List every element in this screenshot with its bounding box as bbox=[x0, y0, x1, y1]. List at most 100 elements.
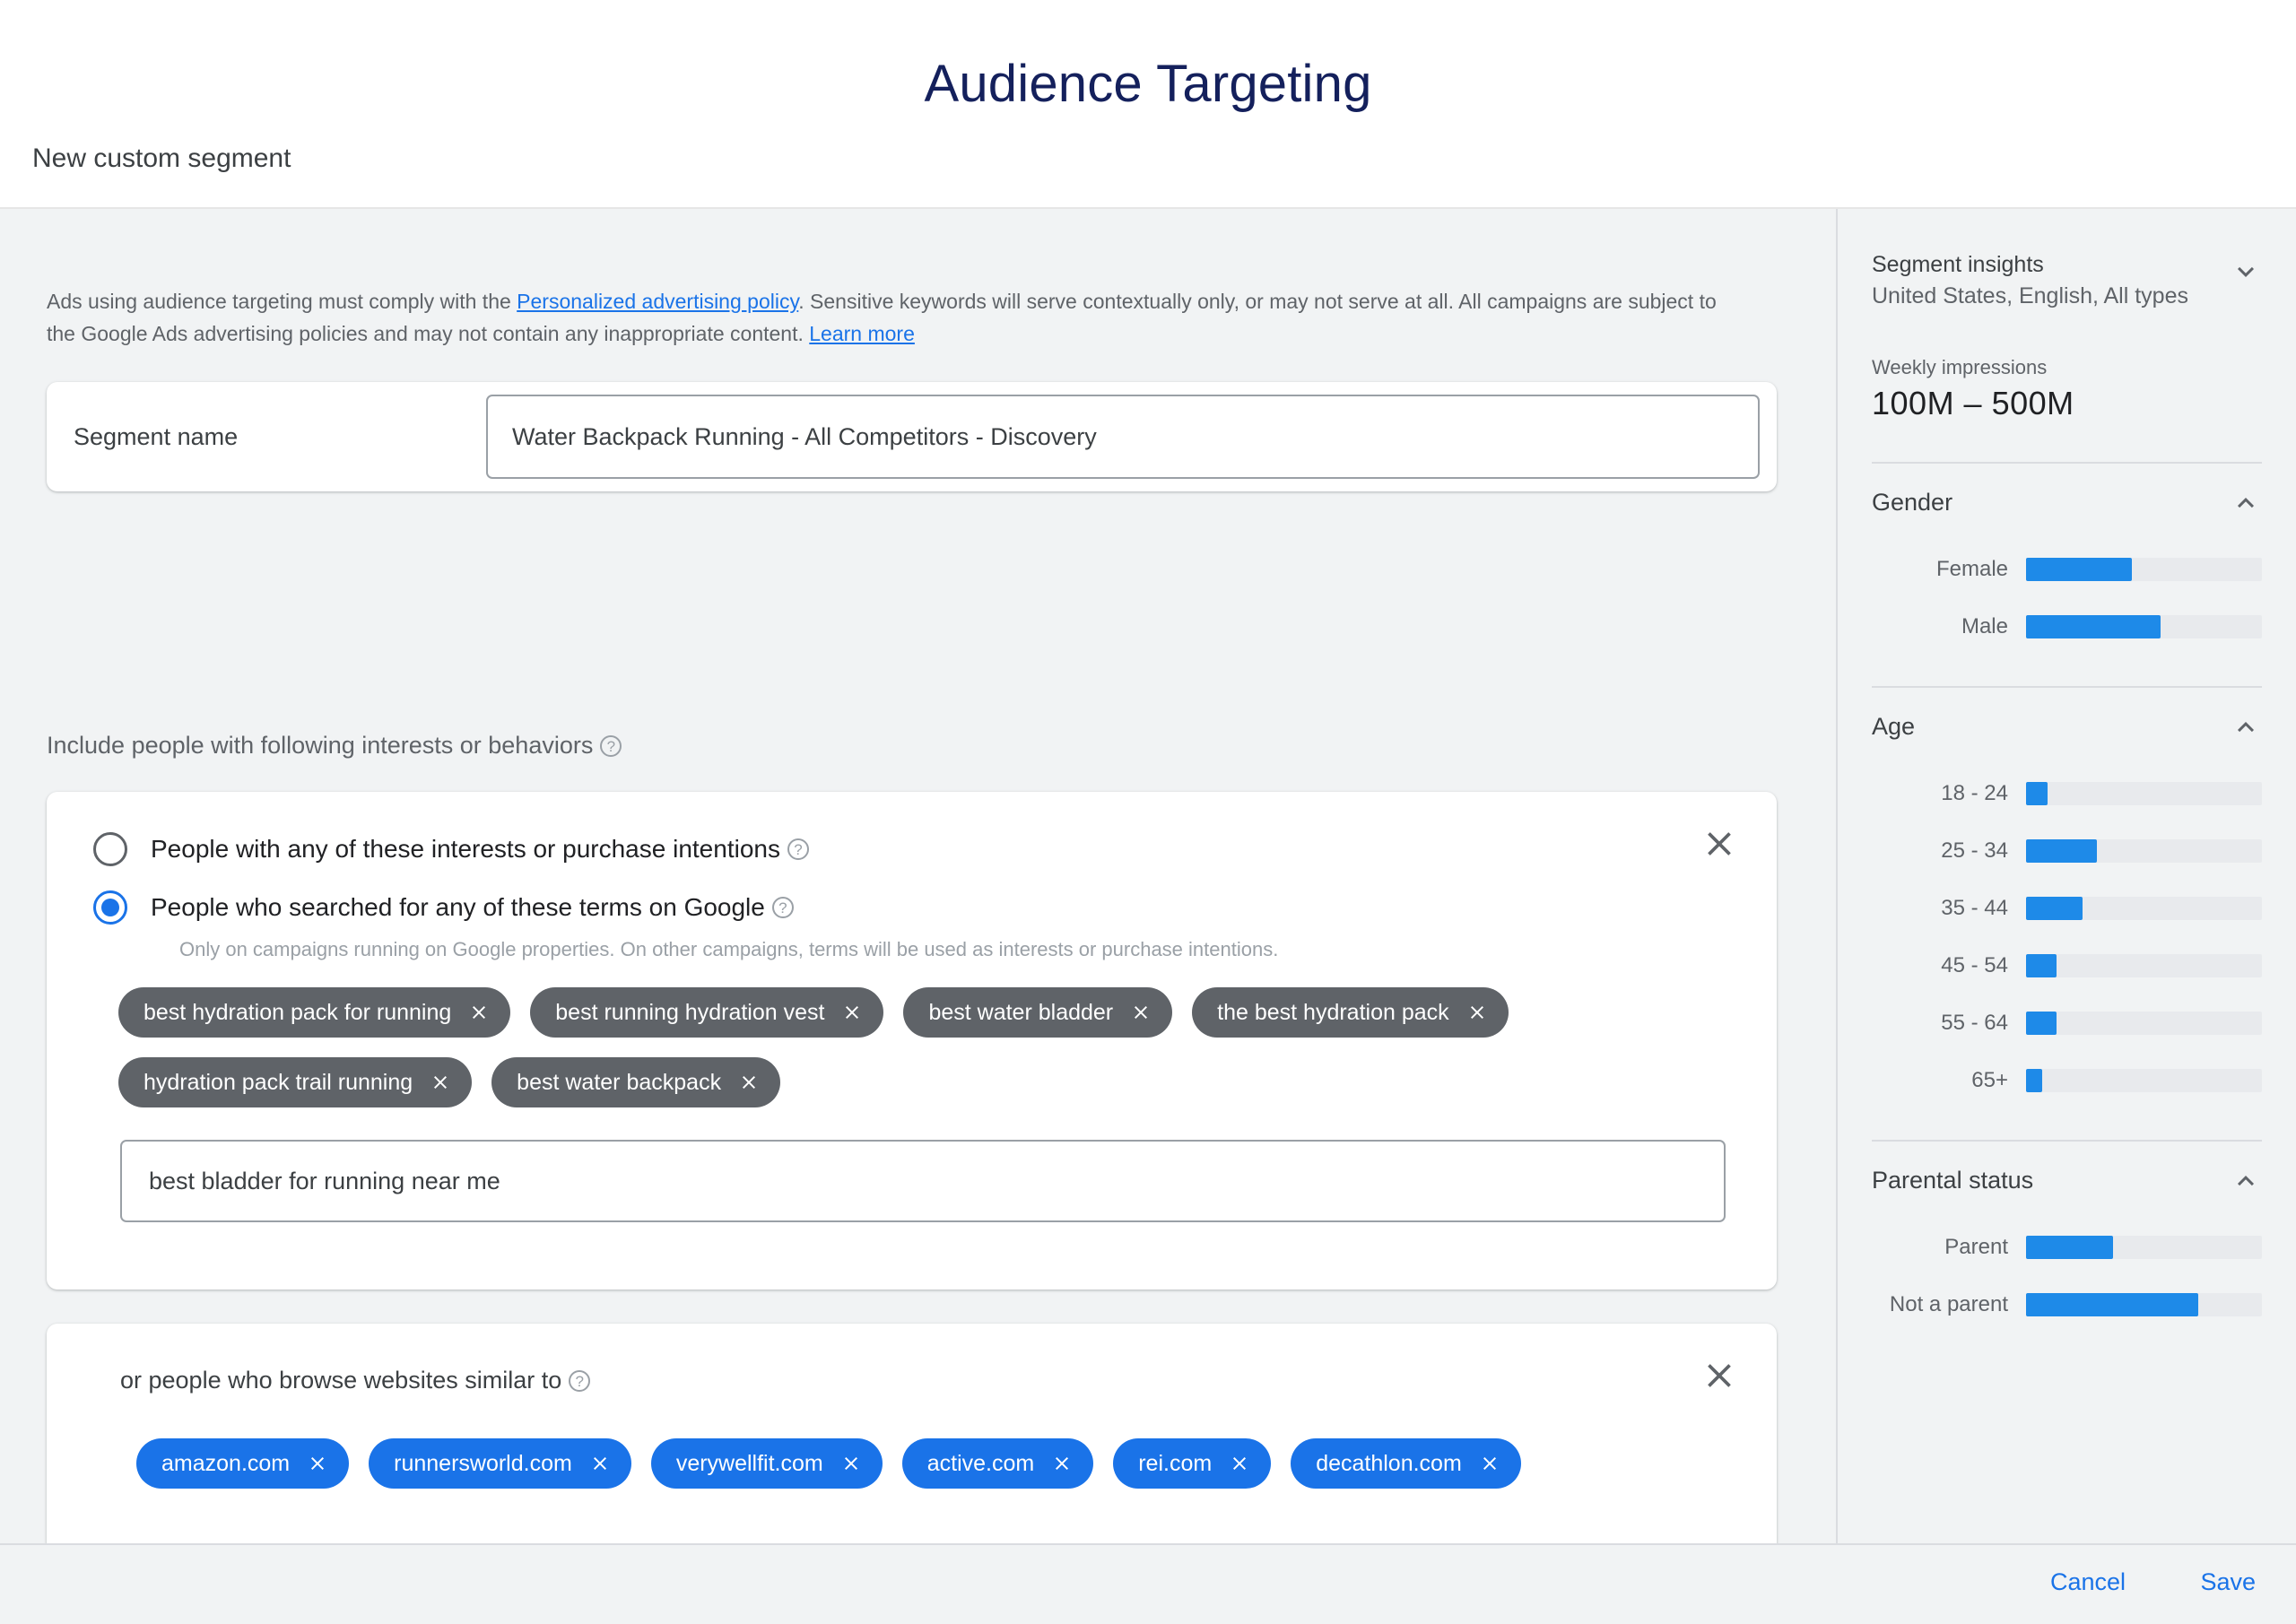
close-icon[interactable] bbox=[1700, 1356, 1739, 1395]
segment-insights-sidebar: Segment insights United States, English,… bbox=[1836, 209, 2296, 1543]
parental-status-header: Parental status bbox=[1872, 1142, 2262, 1219]
page-subtitle: New custom segment bbox=[32, 143, 291, 174]
gender-header: Gender bbox=[1872, 464, 2262, 541]
similar-websites-label: or people who browse websites similar to… bbox=[120, 1367, 590, 1394]
save-button[interactable]: Save bbox=[2200, 1568, 2256, 1596]
search-term-chip[interactable]: best running hydration vest bbox=[530, 987, 883, 1038]
help-icon-websites[interactable]: ? bbox=[569, 1370, 590, 1392]
bar-label: 35 - 44 bbox=[1872, 896, 2026, 921]
chip-remove-icon[interactable] bbox=[737, 1071, 761, 1094]
bar-fill bbox=[2026, 1012, 2057, 1035]
chevron-down-icon[interactable] bbox=[2230, 256, 2262, 288]
website-chip[interactable]: decathlon.com bbox=[1291, 1438, 1521, 1489]
search-terms-note: Only on campaigns running on Google prop… bbox=[179, 938, 1278, 961]
bar-row: Not a parent bbox=[1872, 1276, 2262, 1333]
website-chip[interactable]: rei.com bbox=[1113, 1438, 1271, 1489]
chip-label: best water bladder bbox=[928, 1000, 1113, 1026]
bar-track bbox=[2026, 897, 2262, 920]
bar-label: Not a parent bbox=[1872, 1292, 2026, 1317]
include-section-label: Include people with following interests … bbox=[47, 732, 622, 760]
chip-remove-icon[interactable] bbox=[1465, 1001, 1489, 1024]
chip-remove-icon[interactable] bbox=[1228, 1452, 1251, 1475]
chip-remove-icon[interactable] bbox=[840, 1001, 864, 1024]
bar-label: 45 - 54 bbox=[1872, 953, 2026, 978]
chip-remove-icon[interactable] bbox=[1129, 1001, 1152, 1024]
website-chip[interactable]: verywellfit.com bbox=[651, 1438, 883, 1489]
bar-row: 55 - 64 bbox=[1872, 994, 2262, 1052]
bar-row: Male bbox=[1872, 598, 2262, 656]
chip-label: best hydration pack for running bbox=[144, 1000, 451, 1026]
bar-track bbox=[2026, 954, 2262, 977]
bar-row: 45 - 54 bbox=[1872, 937, 2262, 994]
search-term-chip[interactable]: best hydration pack for running bbox=[118, 987, 510, 1038]
radio-option-interests[interactable]: People with any of these interests or pu… bbox=[93, 832, 809, 866]
search-term-input[interactable] bbox=[120, 1140, 1726, 1222]
policy-text-1: Ads using audience targeting must comply… bbox=[47, 290, 517, 313]
chip-label: runnersworld.com bbox=[394, 1451, 572, 1477]
page-title: Audience Targeting bbox=[0, 54, 2296, 114]
bar-fill bbox=[2026, 615, 2161, 638]
insights-header-block: Segment insights United States, English,… bbox=[1838, 209, 2296, 464]
bar-row: 35 - 44 bbox=[1872, 880, 2262, 937]
chip-remove-icon[interactable] bbox=[1050, 1452, 1074, 1475]
radio-interests-icon[interactable] bbox=[93, 832, 127, 866]
website-chip[interactable]: amazon.com bbox=[136, 1438, 349, 1489]
bar-track bbox=[2026, 1236, 2262, 1259]
chip-remove-icon[interactable] bbox=[839, 1452, 863, 1475]
chevron-up-icon[interactable] bbox=[2230, 487, 2262, 519]
chevron-up-icon[interactable] bbox=[2230, 1165, 2262, 1197]
bar-label: Female bbox=[1872, 557, 2026, 582]
help-icon-interests[interactable]: ? bbox=[787, 838, 809, 860]
parental-status-section: Parental status Parent Not a parent bbox=[1838, 1142, 2296, 1333]
bar-track bbox=[2026, 1069, 2262, 1092]
chip-remove-icon[interactable] bbox=[588, 1452, 612, 1475]
bar-fill bbox=[2026, 897, 2083, 920]
bar-row: Female bbox=[1872, 541, 2262, 598]
chip-label: active.com bbox=[927, 1451, 1034, 1477]
chip-remove-icon[interactable] bbox=[429, 1071, 452, 1094]
segment-name-label: Segment name bbox=[74, 423, 238, 451]
cancel-button[interactable]: Cancel bbox=[2050, 1568, 2126, 1596]
bar-row: 25 - 34 bbox=[1872, 822, 2262, 880]
chip-label: hydration pack trail running bbox=[144, 1070, 413, 1096]
bar-fill bbox=[2026, 1236, 2113, 1259]
chip-remove-icon[interactable] bbox=[1478, 1452, 1501, 1475]
search-terms-card: People with any of these interests or pu… bbox=[47, 792, 1777, 1290]
bar-label: Male bbox=[1872, 614, 2026, 639]
main-column: Ads using audience targeting must comply… bbox=[0, 209, 1836, 1543]
chevron-up-icon[interactable] bbox=[2230, 711, 2262, 743]
insights-subtitle: United States, English, All types bbox=[1872, 283, 2262, 309]
learn-more-link[interactable]: Learn more bbox=[809, 322, 915, 345]
chip-label: verywellfit.com bbox=[676, 1451, 823, 1477]
bar-fill bbox=[2026, 558, 2132, 581]
website-chip[interactable]: runnersworld.com bbox=[369, 1438, 631, 1489]
search-term-chip[interactable]: best water backpack bbox=[491, 1057, 780, 1107]
radio-option-search-terms[interactable]: People who searched for any of these ter… bbox=[93, 890, 794, 925]
radio-interests-label: People with any of these interests or pu… bbox=[151, 835, 780, 864]
search-term-chip[interactable]: best water bladder bbox=[903, 987, 1172, 1038]
bar-track bbox=[2026, 1293, 2262, 1316]
bar-label: 25 - 34 bbox=[1872, 838, 2026, 864]
chip-label: decathlon.com bbox=[1316, 1451, 1462, 1477]
bar-label: Parent bbox=[1872, 1235, 2026, 1260]
gender-title: Gender bbox=[1872, 489, 1952, 517]
chip-remove-icon[interactable] bbox=[306, 1452, 329, 1475]
search-term-chip[interactable]: hydration pack trail running bbox=[118, 1057, 472, 1107]
chip-label: best running hydration vest bbox=[555, 1000, 824, 1026]
parental-status-title: Parental status bbox=[1872, 1167, 2033, 1194]
segment-name-card: Segment name bbox=[47, 382, 1777, 491]
help-icon-search-terms[interactable]: ? bbox=[772, 897, 794, 918]
personalized-advertising-policy-link[interactable]: Personalized advertising policy bbox=[517, 290, 798, 313]
bar-track bbox=[2026, 558, 2262, 581]
help-icon[interactable]: ? bbox=[600, 735, 622, 757]
close-icon[interactable] bbox=[1700, 824, 1739, 864]
footer-bar: Cancel Save bbox=[0, 1543, 2296, 1624]
search-term-chip[interactable]: the best hydration pack bbox=[1192, 987, 1509, 1038]
segment-name-input[interactable] bbox=[486, 395, 1760, 479]
bar-fill bbox=[2026, 782, 2048, 805]
bar-track bbox=[2026, 1012, 2262, 1035]
website-chip[interactable]: active.com bbox=[902, 1438, 1093, 1489]
chip-remove-icon[interactable] bbox=[467, 1001, 491, 1024]
bar-fill bbox=[2026, 1069, 2042, 1092]
radio-search-terms-icon[interactable] bbox=[93, 890, 127, 925]
